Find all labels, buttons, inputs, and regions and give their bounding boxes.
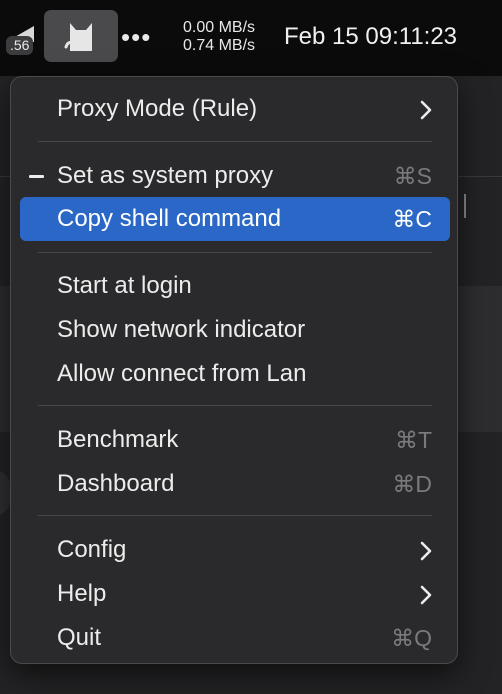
menu-item-shortcut: ⌘Q	[391, 625, 432, 651]
menu-item-help[interactable]: Help	[20, 577, 450, 611]
menu-item-proxy-mode[interactable]: Proxy Mode (Rule)	[20, 92, 450, 126]
chevron-right-icon	[420, 100, 432, 120]
network-speed[interactable]: 0.00 MB/s 0.74 MB/s	[183, 19, 255, 55]
menu-item-show-network-indicator[interactable]: Show network indicator	[20, 313, 450, 347]
menu-item-dashboard[interactable]: Dashboard ⌘D	[20, 467, 450, 501]
menu-separator	[38, 515, 432, 516]
clash-menu-button[interactable]	[44, 10, 118, 62]
download-speed: 0.74 MB/s	[183, 37, 256, 54]
menu-item-label: Start at login	[57, 272, 192, 299]
menu-separator	[38, 405, 432, 406]
menu-item-config[interactable]: Config	[20, 533, 450, 567]
clash-cat-icon	[64, 23, 92, 51]
checked-dash-icon	[29, 175, 44, 178]
menu-item-start-at-login[interactable]: Start at login	[20, 269, 450, 303]
menu-bar: .56 ••• 0.00 MB/s 0.74 MB/s Feb 15 09:11…	[0, 0, 502, 76]
menu-item-label: Show network indicator	[57, 316, 306, 343]
menu-item-label: Dashboard	[57, 470, 175, 497]
menu-item-label: Proxy Mode (Rule)	[57, 95, 258, 122]
chevron-right-icon	[420, 541, 432, 561]
menu-item-shortcut: ⌘S	[393, 163, 432, 189]
menu-item-label: Set as system proxy	[57, 162, 274, 189]
menu-item-benchmark[interactable]: Benchmark ⌘T	[20, 423, 450, 457]
menu-item-set-system-proxy[interactable]: Set as system proxy ⌘S	[20, 159, 450, 193]
menu-item-shortcut: ⌘D	[392, 471, 432, 497]
more-icon[interactable]: •••	[121, 24, 151, 50]
menu-item-label: Allow connect from Lan	[57, 360, 307, 387]
menu-item-quit[interactable]: Quit ⌘Q	[20, 621, 450, 655]
menu-item-label: Copy shell command	[57, 205, 282, 232]
menu-separator	[38, 141, 432, 142]
menu-item-label: Help	[57, 580, 107, 607]
clash-dropdown-menu: Proxy Mode (Rule) Set as system proxy ⌘S…	[10, 76, 458, 664]
menu-item-copy-shell-command[interactable]: Copy shell command ⌘C	[20, 197, 450, 241]
wifi-badge: .56	[6, 36, 34, 55]
menu-item-label: Quit	[57, 624, 102, 651]
menu-item-label: Config	[57, 536, 127, 563]
menu-item-shortcut: ⌘C	[392, 206, 432, 232]
menu-item-allow-connect-from-lan[interactable]: Allow connect from Lan	[20, 357, 450, 391]
menu-item-label: Benchmark	[57, 426, 179, 453]
chevron-right-icon	[420, 585, 432, 605]
menu-separator	[38, 252, 432, 253]
clock[interactable]: Feb 15 09:11:23	[284, 23, 457, 51]
background-edge	[458, 194, 466, 218]
upload-speed: 0.00 MB/s	[183, 19, 256, 36]
menu-item-shortcut: ⌘T	[394, 427, 432, 453]
